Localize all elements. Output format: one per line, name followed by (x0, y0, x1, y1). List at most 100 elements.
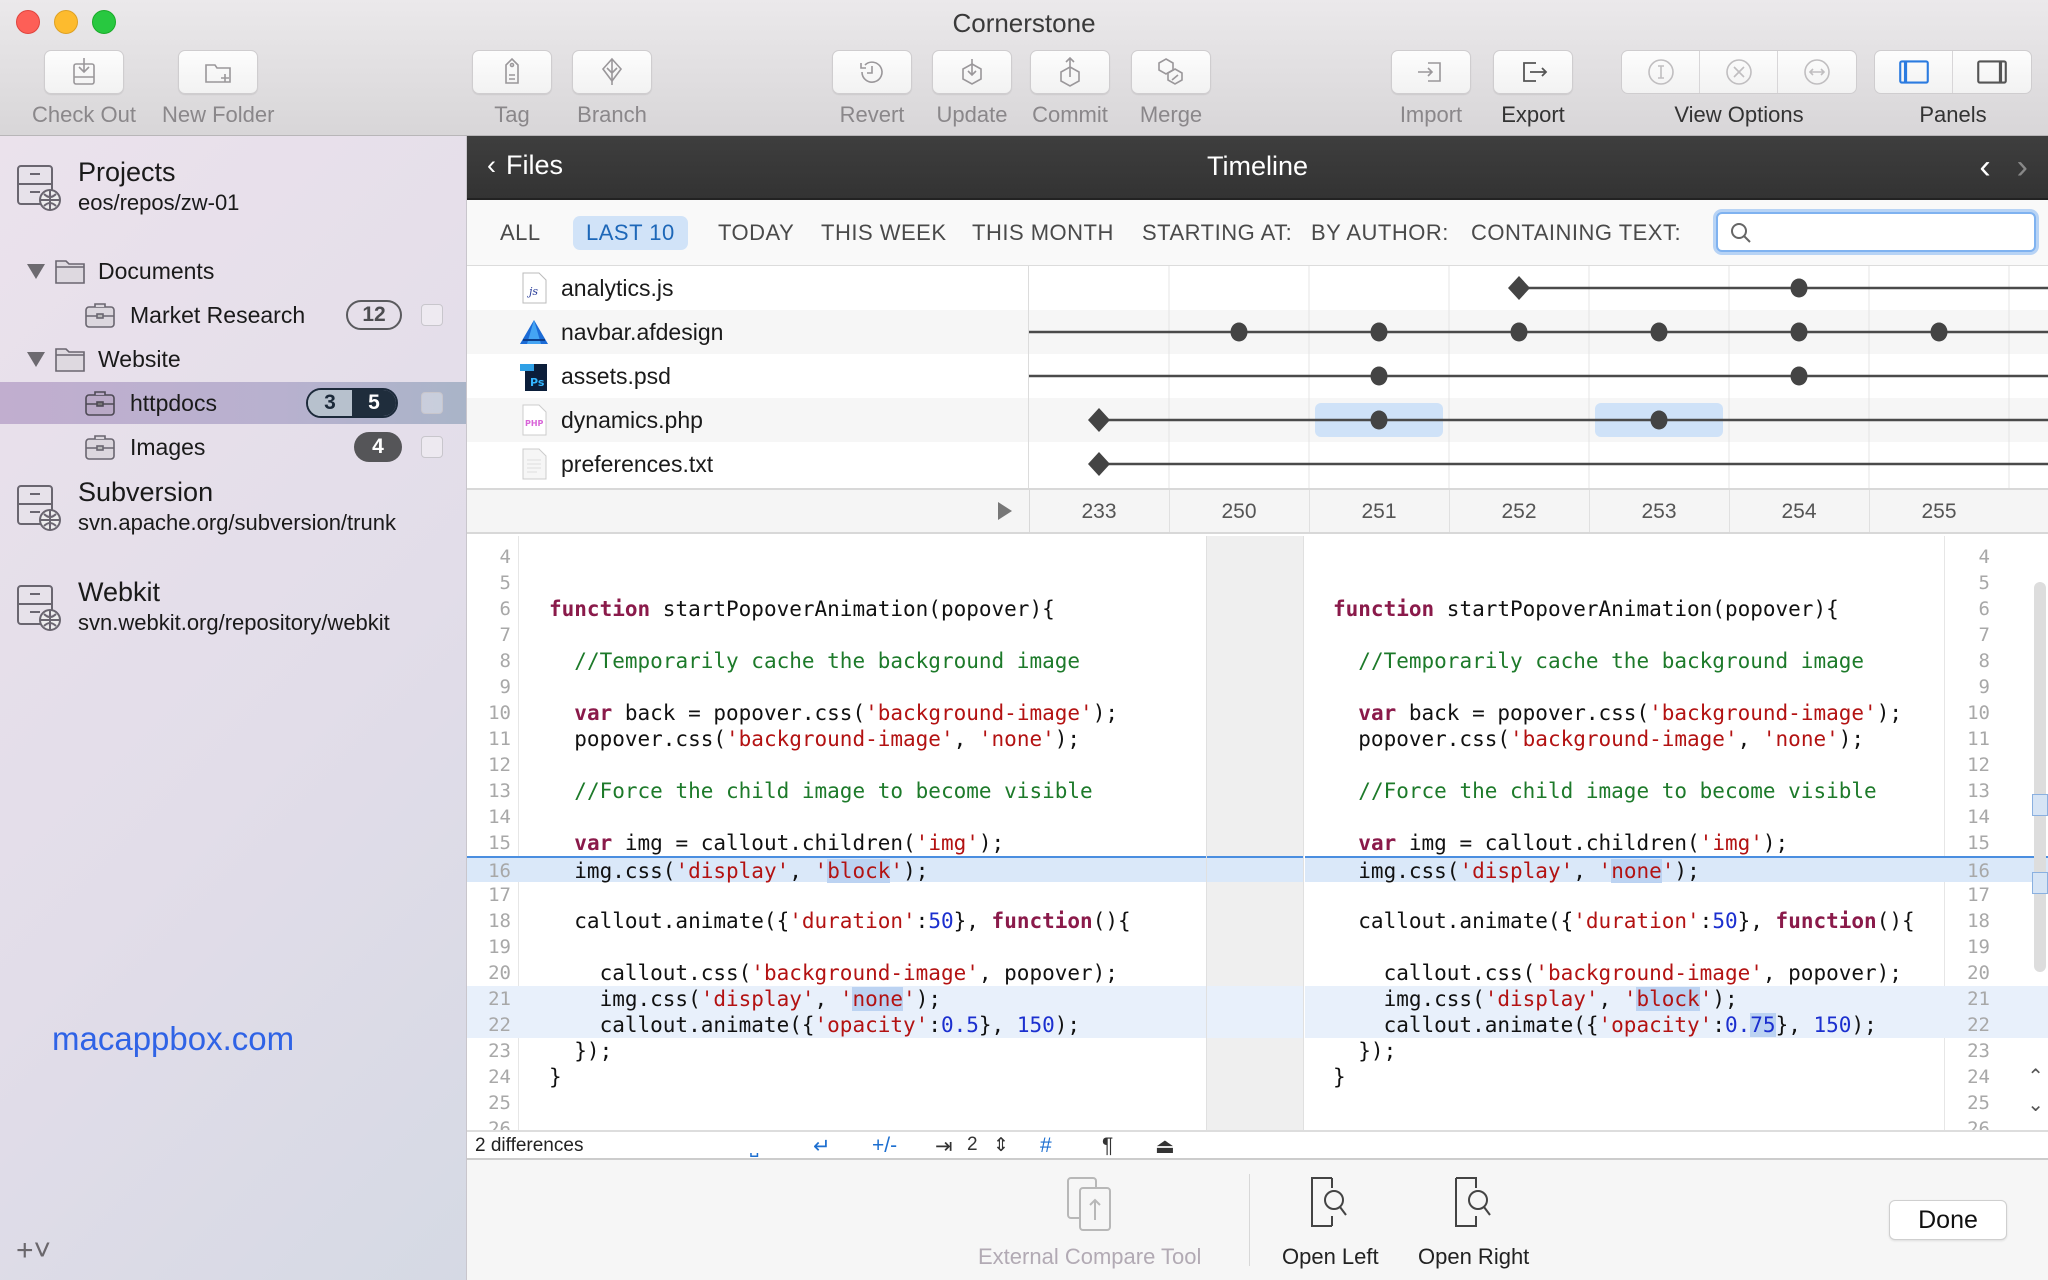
code-line[interactable]: 25 (1305, 1090, 2048, 1116)
code-line[interactable]: 17 (467, 882, 1206, 908)
paragraph-marks-icon[interactable]: ¶ (1102, 1134, 1113, 1158)
revision-label[interactable]: 255 (1899, 500, 1979, 524)
next-difference-button[interactable]: ⌄ (2027, 1092, 2044, 1117)
view-option-side-by-side-button[interactable] (1778, 51, 1856, 93)
disclosure-triangle-icon[interactable] (27, 352, 45, 367)
code-line[interactable]: 19 (467, 934, 1206, 960)
filter-containing-text[interactable]: CONTAINING TEXT: (1458, 216, 1694, 250)
play-icon[interactable] (998, 502, 1012, 520)
filter-today[interactable]: TODAY (705, 216, 807, 250)
commit-dot[interactable] (1791, 323, 1808, 342)
code-line[interactable]: callout.css('background-image', popover)… (467, 960, 1206, 986)
code-line[interactable]: img.css('display', 'none');16 (1305, 856, 2048, 882)
timeline-graph[interactable] (1029, 266, 2048, 488)
code-line[interactable]: popover.css('background-image', 'none');… (1305, 726, 2048, 752)
export-button[interactable]: Export (1493, 50, 1573, 128)
commit-dot[interactable] (1791, 367, 1808, 386)
commit-dot[interactable] (1651, 323, 1668, 342)
repository-webkit[interactable]: Webkit svn.webkit.org/repository/webkit (16, 576, 390, 638)
filter-this-week[interactable]: THIS WEEK (808, 216, 960, 250)
disclosure-triangle-icon[interactable] (27, 264, 45, 279)
search-input[interactable] (1716, 212, 2036, 252)
sidebar-item-market-research[interactable]: Market Research 12 (0, 294, 466, 336)
previous-difference-button[interactable]: ⌃ (2027, 1064, 2044, 1089)
code-line[interactable]: function startPopoverAnimation(popover){… (1305, 596, 2048, 622)
sync-checkbox[interactable] (421, 436, 443, 458)
code-line[interactable]: 26 (467, 1116, 1206, 1130)
branch-button[interactable]: Branch (572, 50, 652, 128)
code-line[interactable]: 7 (1305, 622, 2048, 648)
revision-label[interactable]: 251 (1339, 500, 1419, 524)
revision-label[interactable]: 253 (1619, 500, 1699, 524)
code-line[interactable]: 26 (1305, 1116, 2048, 1130)
code-line[interactable]: });23 (1305, 1038, 2048, 1064)
diff-scrollbar[interactable] (2034, 582, 2046, 972)
filter-this-month[interactable]: THIS MONTH (959, 216, 1127, 250)
file-added-marker[interactable] (1508, 276, 1530, 300)
timeline-file-assets-psd[interactable]: Ps assets.psd (519, 354, 671, 398)
code-line[interactable]: }24 (1305, 1064, 2048, 1090)
view-option-close-button[interactable] (1700, 51, 1778, 93)
code-line[interactable]: });23 (467, 1038, 1206, 1064)
revision-label[interactable]: 250 (1199, 500, 1279, 524)
code-line[interactable]: //Temporarily cache the background image… (467, 648, 1206, 674)
timeline-file-navbar-afdesign[interactable]: navbar.afdesign (519, 310, 723, 354)
commit-dot[interactable] (1651, 411, 1668, 430)
code-line[interactable]: var img = callout.children('img');15 (467, 830, 1206, 856)
tab-width-stepper[interactable]: ⇕ (993, 1134, 1009, 1157)
code-line[interactable]: 17 (1305, 882, 2048, 908)
update-button[interactable]: Update (932, 50, 1012, 128)
file-added-marker[interactable] (1088, 408, 1110, 432)
timeline-file-dynamics-php[interactable]: PHP dynamics.php (519, 398, 703, 442)
external-compare-tool-button[interactable]: External Compare Tool (978, 1174, 1201, 1270)
repository-subversion[interactable]: Subversion svn.apache.org/subversion/tru… (16, 476, 396, 538)
timeline-file-analytics-js[interactable]: js analytics.js (519, 266, 673, 310)
code-line[interactable]: callout.animate({'opacity':0.75}, 150);2… (1305, 1012, 2048, 1038)
open-right-button[interactable]: Open Right (1418, 1174, 1529, 1270)
sync-checkbox[interactable] (421, 392, 443, 414)
code-line[interactable]: 12 (1305, 752, 2048, 778)
code-line[interactable]: 5 (467, 570, 1206, 596)
code-line[interactable]: img.css('display', 'none');21 (467, 986, 1206, 1012)
check-out-button[interactable]: Check Out (32, 50, 136, 128)
tag-button[interactable]: Tag (472, 50, 552, 128)
code-line[interactable]: 4 (467, 544, 1206, 570)
revision-label[interactable]: 252 (1479, 500, 1559, 524)
file-added-marker[interactable] (1088, 452, 1110, 476)
left-panel-toggle[interactable] (1875, 51, 1953, 93)
eject-icon[interactable]: ⏏ (1155, 1134, 1175, 1159)
code-line[interactable]: img.css('display', 'block');16 (467, 856, 1206, 882)
new-folder-button[interactable]: New Folder (162, 50, 274, 128)
code-line[interactable]: callout.animate({'duration':50}, functio… (467, 908, 1206, 934)
add-repository-menu[interactable]: +˅ (16, 1234, 51, 1268)
sidebar-item-images[interactable]: Images 4 (0, 426, 466, 468)
code-line[interactable]: img.css('display', 'block');21 (1305, 986, 2048, 1012)
import-button[interactable]: Import (1391, 50, 1471, 128)
revision-label[interactable]: 233 (1059, 500, 1139, 524)
code-line[interactable]: 25 (467, 1090, 1206, 1116)
commit-dot[interactable] (1371, 323, 1388, 342)
filter-all[interactable]: ALL (487, 216, 554, 250)
code-line[interactable]: //Temporarily cache the background image… (1305, 648, 2048, 674)
code-line[interactable]: 14 (467, 804, 1206, 830)
repository-projects[interactable]: Projects eos/repos/zw-01 (16, 156, 239, 218)
revert-button[interactable]: Revert (832, 50, 912, 128)
commit-button[interactable]: Commit (1030, 50, 1110, 128)
code-line[interactable]: callout.animate({'duration':50}, functio… (1305, 908, 2048, 934)
sidebar-item-httpdocs[interactable]: httpdocs 3 5 (0, 382, 466, 424)
sync-checkbox[interactable] (421, 304, 443, 326)
code-line[interactable]: var img = callout.children('img');15 (1305, 830, 2048, 856)
diff-marker[interactable] (2032, 794, 2048, 816)
diff-right-pane[interactable]: 45function startPopoverAnimation(popover… (1305, 536, 2048, 1130)
commit-dot[interactable] (1371, 367, 1388, 386)
wrap-lines-icon[interactable]: ↵ (813, 1134, 831, 1159)
done-button[interactable]: Done (1889, 1200, 2007, 1240)
commit-dot[interactable] (1511, 323, 1528, 342)
filter-by-author[interactable]: BY AUTHOR: (1298, 216, 1462, 250)
diff-marker[interactable] (2032, 872, 2048, 894)
open-left-button[interactable]: Open Left (1282, 1174, 1379, 1270)
merge-button[interactable]: Merge (1131, 50, 1211, 128)
line-numbers-icon[interactable]: # (1040, 1134, 1052, 1158)
sidebar-item-documents[interactable]: Documents (0, 250, 466, 292)
code-line[interactable]: var back = popover.css('background-image… (1305, 700, 2048, 726)
